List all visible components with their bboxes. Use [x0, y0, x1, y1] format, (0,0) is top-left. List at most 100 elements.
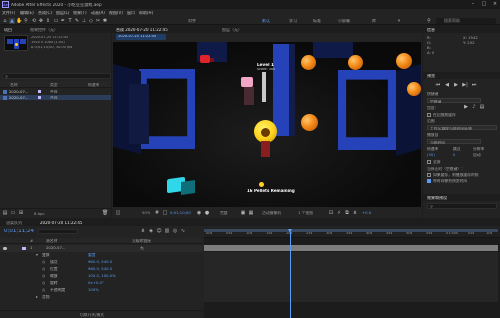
fast-preview-icon[interactable]: ⚡	[336, 210, 342, 216]
orbit-icon[interactable]: ⟲	[31, 18, 37, 24]
table-row[interactable]: ▸ 音频	[0, 294, 203, 301]
first-frame-icon[interactable]: ⏮	[435, 82, 441, 88]
track-area[interactable]	[204, 238, 500, 318]
motion-blur-icon[interactable]: ◎	[172, 228, 178, 234]
camera-select[interactable]: 活动摄像机	[262, 211, 281, 215]
table-row[interactable]: ◷ 缩放 100.0, 100.0%	[0, 273, 203, 280]
table-row[interactable]: ◷ 位置 960.0, 540.0	[0, 266, 203, 273]
puppet-icon[interactable]: ✱	[102, 18, 108, 24]
column-name[interactable]: 名称	[10, 83, 18, 87]
range-select[interactable]: 工作区域按当前时间延伸	[427, 125, 497, 130]
tab-effects-presets[interactable]: 效果和预设	[427, 196, 447, 200]
channel-icon[interactable]: ●	[204, 210, 210, 216]
table-row[interactable]: ◷ 不透明度 100%	[0, 287, 203, 294]
property-value[interactable]: 960.0, 540.0	[88, 260, 112, 264]
skip-value[interactable]: 0	[453, 153, 455, 157]
last-frame-icon[interactable]: ⏭	[471, 82, 477, 88]
table-row[interactable]: ◷ 旋转 0x+0.0°	[0, 280, 203, 287]
roi-icon[interactable]: ▣	[240, 210, 246, 216]
column-fps[interactable]: 帧速率	[88, 83, 99, 87]
property-value[interactable]: 100%	[88, 288, 99, 292]
label-color[interactable]	[38, 96, 41, 99]
layer-parent[interactable]: 无	[140, 246, 144, 250]
list-item[interactable]: 2020-07... 合成	[0, 95, 111, 100]
stamp-icon[interactable]: ⊥	[81, 18, 87, 24]
menu-window[interactable]: 窗口	[127, 11, 135, 15]
workspace-standard[interactable]: 标准	[313, 19, 321, 23]
shortcut-select[interactable]: 空格键	[427, 98, 481, 103]
visibility-eye-icon[interactable]	[3, 246, 7, 250]
label-color[interactable]	[22, 246, 26, 250]
stopwatch-icon[interactable]: ◷	[42, 260, 45, 264]
effects-search-input[interactable]: ⚲	[427, 203, 497, 209]
playhead-line[interactable]	[289, 232, 291, 318]
eraser-icon[interactable]: ◇	[88, 18, 94, 24]
cache-checkbox[interactable]	[427, 113, 431, 117]
toggle-switches-modes[interactable]: 切换开关/模式	[80, 313, 104, 317]
workspace-small-screen[interactable]: 小屏幕	[338, 19, 350, 23]
new-composition-icon[interactable]: ⊞	[18, 210, 24, 216]
tab-project[interactable]: 项目	[4, 28, 12, 32]
workspace-libraries[interactable]: 库	[372, 19, 376, 23]
help-search-input[interactable]: 搜索帮助	[436, 17, 496, 24]
graph-editor-icon[interactable]: ∿	[180, 228, 186, 234]
close-icon[interactable]: ×	[490, 1, 500, 8]
pan-icon[interactable]: ✥	[38, 18, 44, 24]
exposure-value[interactable]: +0.0	[362, 211, 371, 215]
breadcrumb[interactable]: 2020-07-20 11:22:45	[116, 34, 166, 40]
tab-info[interactable]: 信息	[427, 28, 435, 32]
interpret-footage-icon[interactable]: ▤	[2, 210, 8, 216]
search-icon[interactable]: ⚲	[426, 18, 432, 24]
pixel-aspect-icon[interactable]: ⊡	[328, 210, 334, 216]
menu-help[interactable]: 帮助(H)	[139, 11, 153, 15]
always-preview-icon[interactable]: ◫	[115, 210, 121, 216]
layer-bar[interactable]	[204, 245, 498, 251]
menu-view[interactable]: 视图(V)	[109, 11, 123, 15]
comp-flowchart-icon[interactable]: ⋔	[140, 228, 146, 234]
timeline-link-icon[interactable]: ⧉	[344, 210, 350, 216]
project-search-input[interactable]: ⚲	[2, 73, 111, 79]
menu-layer[interactable]: 图层(L)	[56, 11, 69, 15]
views-select[interactable]: 1 个视图	[298, 211, 313, 215]
next-frame-icon[interactable]: ▶|	[462, 82, 468, 88]
zoom-level[interactable]: 50%	[142, 211, 150, 215]
chevron-right-icon[interactable]: ▸	[36, 295, 38, 299]
brush-icon[interactable]: ✎	[74, 18, 80, 24]
table-row[interactable]: ▾ 变换 重置	[0, 252, 203, 259]
property-value[interactable]: 100.0, 100.0%	[88, 274, 116, 278]
transparency-grid-icon[interactable]: ▦	[248, 210, 254, 216]
property-value[interactable]: 0x+0.0°	[88, 281, 104, 285]
draft-3d-icon[interactable]: ◈	[148, 228, 154, 234]
menu-effect[interactable]: 效果(T)	[73, 11, 87, 15]
grid-icon[interactable]: #	[154, 210, 160, 216]
dolly-icon[interactable]: ⇕	[45, 18, 51, 24]
rect-icon[interactable]: ▭	[53, 18, 59, 24]
mask-visibility-icon[interactable]: □	[162, 210, 168, 216]
table-row[interactable]: ◷ 锚点 960.0, 540.0	[0, 259, 203, 266]
timeline-search-input[interactable]	[38, 229, 78, 234]
move-time-checkbox[interactable]	[427, 179, 431, 183]
zoom-icon[interactable]: ⚲	[23, 18, 29, 24]
include-overlay-icon[interactable]: ▤	[479, 104, 485, 110]
tab-render-queue[interactable]: 渲染队列	[6, 221, 22, 225]
col-source-name[interactable]: 源名称	[46, 239, 57, 243]
if-cache-checkbox[interactable]	[427, 173, 431, 177]
pen-icon[interactable]: ✒	[60, 18, 66, 24]
tab-effect-controls[interactable]: 效果控件（无）	[30, 28, 58, 32]
column-type[interactable]: 类型	[50, 83, 58, 87]
flowchart-icon[interactable]: ⋔	[352, 210, 358, 216]
label-color[interactable]	[38, 90, 41, 93]
menu-composition[interactable]: 合成(C)	[38, 11, 52, 15]
snap-toggle[interactable]: 对齐	[188, 19, 196, 23]
text-icon[interactable]: T	[67, 18, 73, 24]
tab-composition[interactable]: 合成 2020-07-20 11:22:45	[116, 28, 168, 32]
stopwatch-icon[interactable]: ◷	[42, 267, 45, 271]
stopwatch-icon[interactable]: ◷	[42, 288, 45, 292]
tab-layer[interactable]: 图层（无）	[222, 28, 242, 32]
property-value[interactable]: 960.0, 540.0	[88, 267, 112, 271]
resolution-select[interactable]: 完整	[220, 211, 228, 215]
frame-rate-value[interactable]: (30)	[427, 153, 435, 157]
menu-edit[interactable]: 编辑(E)	[20, 11, 34, 15]
roto-icon[interactable]: ✂	[95, 18, 101, 24]
stopwatch-icon[interactable]: ◷	[42, 281, 45, 285]
